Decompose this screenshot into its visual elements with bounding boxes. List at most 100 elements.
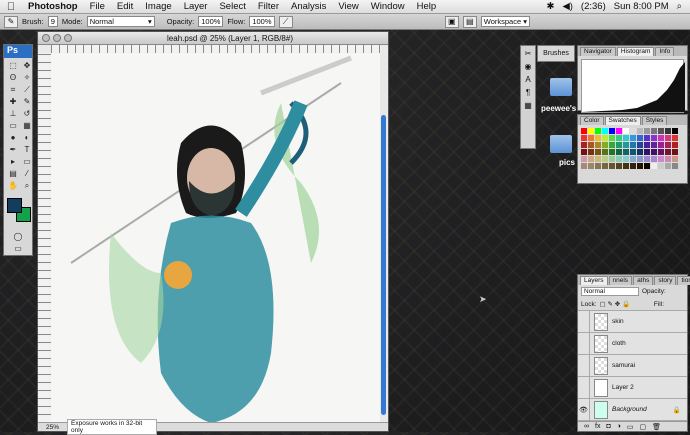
zoom-level[interactable]: 25%: [46, 424, 59, 431]
tab-history[interactable]: story: [654, 276, 677, 285]
marquee-tool-icon[interactable]: ⬚: [7, 61, 19, 71]
clone-source-icon[interactable]: ▦: [524, 101, 532, 110]
airbrush-icon[interactable]: ⟋: [278, 15, 293, 28]
tab-swatches[interactable]: Swatches: [604, 116, 641, 125]
healing-brush-icon[interactable]: ✚: [7, 97, 19, 107]
lasso-tool-icon[interactable]: ʘ: [7, 73, 19, 83]
zoom-button[interactable]: [64, 34, 72, 42]
visibility-toggle[interactable]: [578, 354, 590, 377]
eye-icon[interactable]: 👁: [578, 398, 590, 421]
swatch-grid[interactable]: [578, 125, 687, 172]
tab-info[interactable]: Info: [655, 47, 675, 56]
notes-tool-icon[interactable]: ▤: [7, 169, 19, 179]
folder-icon[interactable]: [550, 135, 572, 153]
path-select-icon[interactable]: ▸: [7, 157, 19, 167]
screen-mode-icon[interactable]: ▭: [7, 244, 29, 254]
blur-tool-icon[interactable]: ●: [7, 133, 19, 143]
link-layers-icon[interactable]: ∞: [584, 423, 589, 430]
vertical-scrollbar[interactable]: [380, 53, 387, 425]
move-tool-icon[interactable]: ✥: [21, 61, 33, 71]
tab-actions[interactable]: tions: [677, 276, 690, 285]
layer-row[interactable]: skin: [578, 310, 687, 333]
magic-wand-icon[interactable]: ✧: [21, 73, 33, 83]
tab-navigator[interactable]: Navigator: [580, 47, 616, 56]
brush-tool-icon[interactable]: ✎: [21, 97, 33, 107]
clock[interactable]: Sun 8:00 PM: [614, 1, 669, 12]
minimize-button[interactable]: [53, 34, 61, 42]
crop-tool-icon[interactable]: ⌗: [7, 85, 19, 95]
tool-presets-icon[interactable]: ◉: [525, 62, 532, 71]
scroll-thumb[interactable]: [381, 115, 386, 415]
folder-label[interactable]: peewee's: [541, 104, 576, 113]
tab-histogram[interactable]: Histogram: [616, 47, 655, 56]
menu-file[interactable]: File: [84, 1, 111, 12]
horizontal-ruler[interactable]: [51, 45, 381, 53]
lock-icons[interactable]: ▢ ✎ ✥ 🔒: [600, 300, 631, 308]
palette-well-icon[interactable]: ▣: [444, 15, 459, 28]
menu-help[interactable]: Help: [411, 1, 443, 12]
menu-app[interactable]: Photoshop: [22, 1, 84, 12]
pen-tool-icon[interactable]: ✒: [7, 145, 19, 155]
menu-view[interactable]: View: [332, 1, 364, 12]
layer-row[interactable]: Layer 2: [578, 376, 687, 399]
folder-label[interactable]: pics: [559, 158, 575, 167]
character-icon[interactable]: A: [525, 75, 530, 84]
eraser-tool-icon[interactable]: ▭: [7, 121, 19, 131]
fx-icon[interactable]: fx: [595, 423, 600, 430]
status-info[interactable]: Exposure works in 32-bit only: [67, 419, 158, 435]
menu-layer[interactable]: Layer: [178, 1, 214, 12]
spotlight-icon[interactable]: ⌕: [677, 1, 682, 12]
layer-row[interactable]: samurai: [578, 354, 687, 377]
paragraph-icon[interactable]: ¶: [526, 88, 530, 97]
trash-icon[interactable]: 🗑: [652, 423, 661, 431]
group-icon[interactable]: ▭: [627, 423, 634, 431]
type-tool-icon[interactable]: T: [21, 145, 33, 155]
tab-color[interactable]: Color: [580, 116, 604, 125]
brushes-icon[interactable]: ✂: [525, 49, 532, 58]
menu-filter[interactable]: Filter: [252, 1, 285, 12]
adjustment-icon[interactable]: ◑: [617, 423, 621, 430]
opacity-field[interactable]: 100%: [198, 16, 224, 27]
visibility-toggle[interactable]: [578, 332, 590, 355]
bridge-icon[interactable]: ▤: [462, 15, 477, 28]
dodge-tool-icon[interactable]: ◐: [21, 133, 33, 143]
flow-field[interactable]: 100%: [249, 16, 275, 27]
menu-edit[interactable]: Edit: [111, 1, 139, 12]
layer-row[interactable]: cloth: [578, 332, 687, 355]
tab-paths[interactable]: aths: [633, 276, 654, 285]
canvas[interactable]: [51, 53, 381, 423]
mode-select[interactable]: Normal ▾: [86, 16, 155, 27]
bluetooth-icon[interactable]: ✱: [546, 1, 554, 12]
shape-tool-icon[interactable]: ▭: [21, 157, 33, 167]
visibility-toggle[interactable]: [578, 310, 590, 333]
quick-mask-icon[interactable]: ◯: [7, 232, 29, 242]
tab-channels[interactable]: nnels: [608, 276, 633, 285]
brush-tool-icon[interactable]: ✎: [4, 15, 18, 28]
mask-icon[interactable]: ◘: [606, 423, 610, 430]
close-button[interactable]: [42, 34, 50, 42]
vertical-ruler[interactable]: [38, 53, 51, 423]
document-titlebar[interactable]: leah.psd @ 25% (Layer 1, RGB/8#): [38, 32, 388, 45]
tab-layers[interactable]: Layers: [580, 276, 608, 285]
brushes-panel-tab[interactable]: Brushes: [537, 45, 575, 62]
gradient-tool-icon[interactable]: ▦: [21, 121, 33, 131]
hand-tool-icon[interactable]: ✋: [7, 181, 19, 191]
battery-status[interactable]: (2:36): [581, 1, 606, 12]
visibility-toggle[interactable]: [578, 376, 590, 399]
layer-row[interactable]: 👁 Background 🔒: [578, 398, 687, 421]
volume-icon[interactable]: ◀): [562, 1, 572, 12]
menu-select[interactable]: Select: [213, 1, 251, 12]
apple-menu-icon[interactable]: : [0, 1, 22, 13]
menu-window[interactable]: Window: [365, 1, 411, 12]
slice-tool-icon[interactable]: ⟋: [21, 85, 33, 95]
eyedropper-icon[interactable]: ⁄: [21, 169, 33, 179]
menu-analysis[interactable]: Analysis: [285, 1, 332, 12]
tab-styles[interactable]: Styles: [641, 116, 668, 125]
folder-icon[interactable]: [550, 78, 572, 96]
zoom-tool-icon[interactable]: ⌕: [21, 181, 33, 191]
new-layer-icon[interactable]: ▢: [640, 423, 647, 431]
workspace-menu[interactable]: Workspace ▾: [480, 16, 530, 27]
blend-mode-select[interactable]: Normal: [581, 287, 639, 296]
stamp-tool-icon[interactable]: ⊥: [7, 109, 19, 119]
foreground-color[interactable]: [7, 198, 22, 213]
